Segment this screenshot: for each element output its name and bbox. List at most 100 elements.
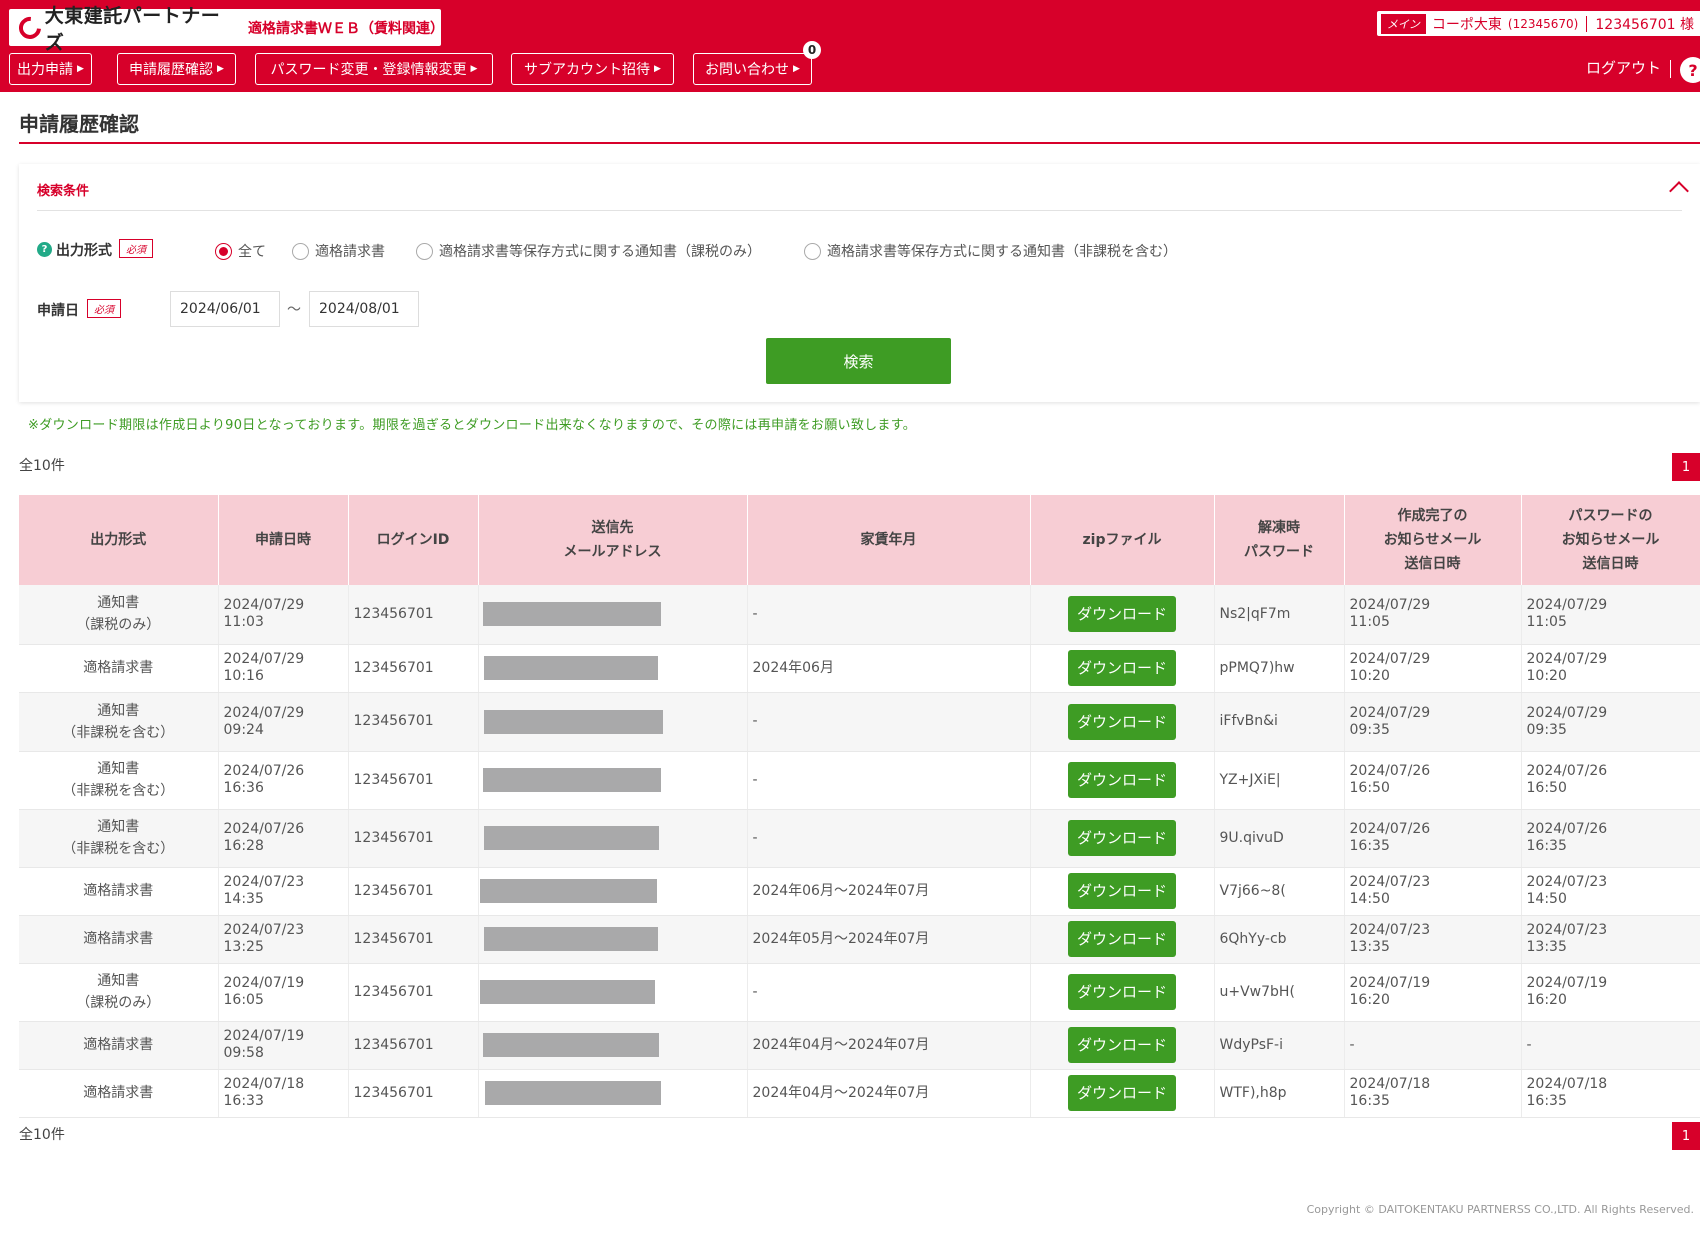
date-label: 申請日 (37, 303, 79, 319)
table-header-row: 出力形式 申請日時 ログインID 送信先 メールアドレス 家賃年月 zipファイル 解凍時 … (19, 495, 1700, 585)
rent-month-cell: - (747, 809, 1031, 868)
output-format-cell-line: 通知書 (97, 973, 140, 989)
created-mail-sent-cell-line: 16:50 (1349, 780, 1390, 796)
download-button[interactable]: ダウンロード (1068, 820, 1176, 856)
password-mail-sent-cell-line: 16:50 (1526, 780, 1567, 796)
help-icon[interactable]: ? (1680, 57, 1700, 83)
email-cell (478, 1021, 748, 1070)
download-button[interactable]: ダウンロード (1068, 1027, 1176, 1063)
created-mail-sent-cell: 2024/07/23 14:50 (1344, 867, 1522, 916)
download-button[interactable]: ダウンロード (1068, 873, 1176, 909)
question-icon[interactable]: ? (37, 242, 52, 257)
nav-output-request[interactable]: 出力申請 ▶ (9, 53, 92, 85)
output-format-cell-line: 通知書 (97, 595, 140, 612)
applied-datetime-cell-line: 16:33 (223, 1093, 264, 1109)
search-button[interactable]: 検索 (766, 338, 951, 384)
created-mail-sent-cell-line: 2024/07/19 (1349, 975, 1431, 991)
nav-label: 出力申請 (17, 62, 74, 78)
logout-link[interactable]: ログアウト (1586, 57, 1661, 78)
radio-icon (804, 242, 821, 260)
download-button[interactable]: ダウンロード (1068, 762, 1176, 798)
output-format-cell-line: 適格請求書 (83, 883, 154, 899)
created-mail-sent-cell: - (1344, 1021, 1522, 1070)
logo[interactable]: 大東建託パートナーズ 適格請求書ＷＥＢ（賃料関連） (9, 5, 444, 54)
applied-datetime-cell-line: 09:58 (223, 1045, 264, 1061)
output-format-cell-line: （課税のみ） (76, 617, 161, 634)
created-mail-sent-cell: 2024/07/18 16:35 (1344, 1069, 1522, 1118)
nav-request-history[interactable]: 申請履歴確認 ▶ (117, 53, 236, 85)
applied-datetime-cell-line: 2024/07/19 (223, 975, 305, 991)
download-button[interactable]: ダウンロード (1068, 921, 1176, 957)
page-title: 申請履歴確認 (19, 112, 139, 136)
applied-datetime-cell-line: 2024/07/19 (223, 1028, 305, 1044)
created-mail-sent-cell-line: 11:05 (1349, 614, 1390, 631)
created-mail-sent-cell: 2024/07/29 10:20 (1344, 644, 1522, 693)
password-mail-sent-cell: 2024/07/23 14:50 (1521, 867, 1700, 916)
output-format-cell: 通知書 （非課税を含む） (19, 809, 219, 868)
output-format-cell: 通知書 （課税のみ） (19, 963, 219, 1022)
password-mail-sent-cell: 2024/07/19 16:20 (1521, 963, 1700, 1022)
radio-invoice[interactable]: 適格請求書 (292, 241, 385, 261)
radio-icon (416, 242, 433, 260)
nav-password-change[interactable]: パスワード変更・登録情報変更 ▶ (255, 53, 493, 85)
search-panel-heading: 検索条件 (37, 184, 90, 199)
applied-datetime-cell: 2024/07/19 16:05 (218, 963, 349, 1022)
nav-contact[interactable]: お問い合わせ ▶ (693, 53, 812, 85)
nav-label: パスワード変更・登録情報変更 (270, 62, 467, 78)
redacted-email (484, 1081, 661, 1105)
created-mail-sent-cell-line: - (1349, 1036, 1355, 1053)
caret-right-icon: ▶ (793, 64, 800, 74)
applied-datetime-cell: 2024/07/29 11:03 (218, 585, 349, 645)
radio-all[interactable]: 全て (215, 241, 266, 261)
notification-badge: 0 (803, 41, 821, 59)
unzip-password-cell: 6QhYy-cb (1214, 915, 1345, 964)
required-badge: 必須 (87, 299, 121, 318)
created-mail-sent-cell-line: 13:35 (1349, 939, 1390, 955)
password-mail-sent-cell: 2024/07/29 09:35 (1521, 692, 1700, 752)
output-format-cell-line: 通知書 (97, 761, 140, 777)
nav-sub-account-invite[interactable]: サブアカウント招待 ▶ (511, 53, 674, 85)
radio-notice-taxable[interactable]: 適格請求書等保存方式に関する通知書（課税のみ） (416, 241, 761, 261)
account-info: メイン コーポ大東 (12345670) 123456701 様 (1376, 11, 1700, 36)
download-button[interactable]: ダウンロード (1068, 596, 1176, 633)
zip-file-cell: ダウンロード (1030, 692, 1215, 752)
password-mail-sent-cell-line: 2024/07/26 (1526, 763, 1608, 779)
date-to-input[interactable]: 2024/08/01 (309, 291, 419, 327)
radio-notice-nontaxable[interactable]: 適格請求書等保存方式に関する通知書（非課税を含む） (804, 241, 1177, 261)
download-button[interactable]: ダウンロード (1068, 650, 1176, 686)
password-mail-sent-cell-line: 16:35 (1526, 1093, 1567, 1109)
zip-file-cell: ダウンロード (1030, 751, 1215, 810)
table-row: 適格請求書 2024/07/29 10:16 123456701 2024年06月 ダウン… (19, 644, 1700, 693)
download-button[interactable]: ダウンロード (1068, 1075, 1176, 1111)
download-button[interactable]: ダウンロード (1068, 974, 1176, 1010)
unzip-password-cell: V7j66~8( (1214, 867, 1345, 916)
redacted-email (482, 1033, 659, 1057)
chevron-up-icon[interactable] (1669, 181, 1689, 201)
header-bar: 大東建託パートナーズ 適格請求書ＷＥＢ（賃料関連） メイン コーポ大東 (123… (0, 0, 1700, 92)
output-format-cell-line: 通知書 (97, 819, 140, 835)
column-header: 家賃年月 (747, 495, 1031, 585)
redacted-email (483, 656, 658, 680)
login-id-cell: 123456701 (348, 1021, 479, 1070)
email-cell (478, 915, 748, 964)
pagination-page[interactable]: 1 (1672, 453, 1700, 481)
applied-datetime-cell-line: 11:03 (223, 614, 264, 631)
created-mail-sent-cell-line: 10:20 (1349, 668, 1390, 684)
applied-datetime-cell: 2024/07/29 10:16 (218, 644, 349, 693)
output-format-cell: 通知書 （課税のみ） (19, 585, 219, 645)
zip-file-cell: ダウンロード (1030, 1021, 1215, 1070)
rent-month-cell: 2024年05月～2024年07月 (747, 915, 1031, 964)
login-id-cell: 123456701 (348, 692, 479, 752)
caret-right-icon: ▶ (654, 64, 661, 74)
unzip-password-cell: YZ+JXiE| (1214, 751, 1345, 810)
output-format-cell: 通知書 （非課税を含む） (19, 751, 219, 810)
login-id-cell: 123456701 (348, 644, 479, 693)
output-format-cell: 通知書 （非課税を含む） (19, 692, 219, 752)
column-header: 申請日時 (218, 495, 349, 585)
pagination-page-bottom[interactable]: 1 (1672, 1122, 1700, 1150)
password-mail-sent-cell-line: 2024/07/23 (1526, 874, 1608, 890)
download-button[interactable]: ダウンロード (1068, 703, 1176, 740)
created-mail-sent-cell-line: 16:35 (1349, 1093, 1390, 1109)
date-from-input[interactable]: 2024/06/01 (170, 291, 280, 327)
password-mail-sent-cell: 2024/07/26 16:35 (1521, 809, 1700, 868)
